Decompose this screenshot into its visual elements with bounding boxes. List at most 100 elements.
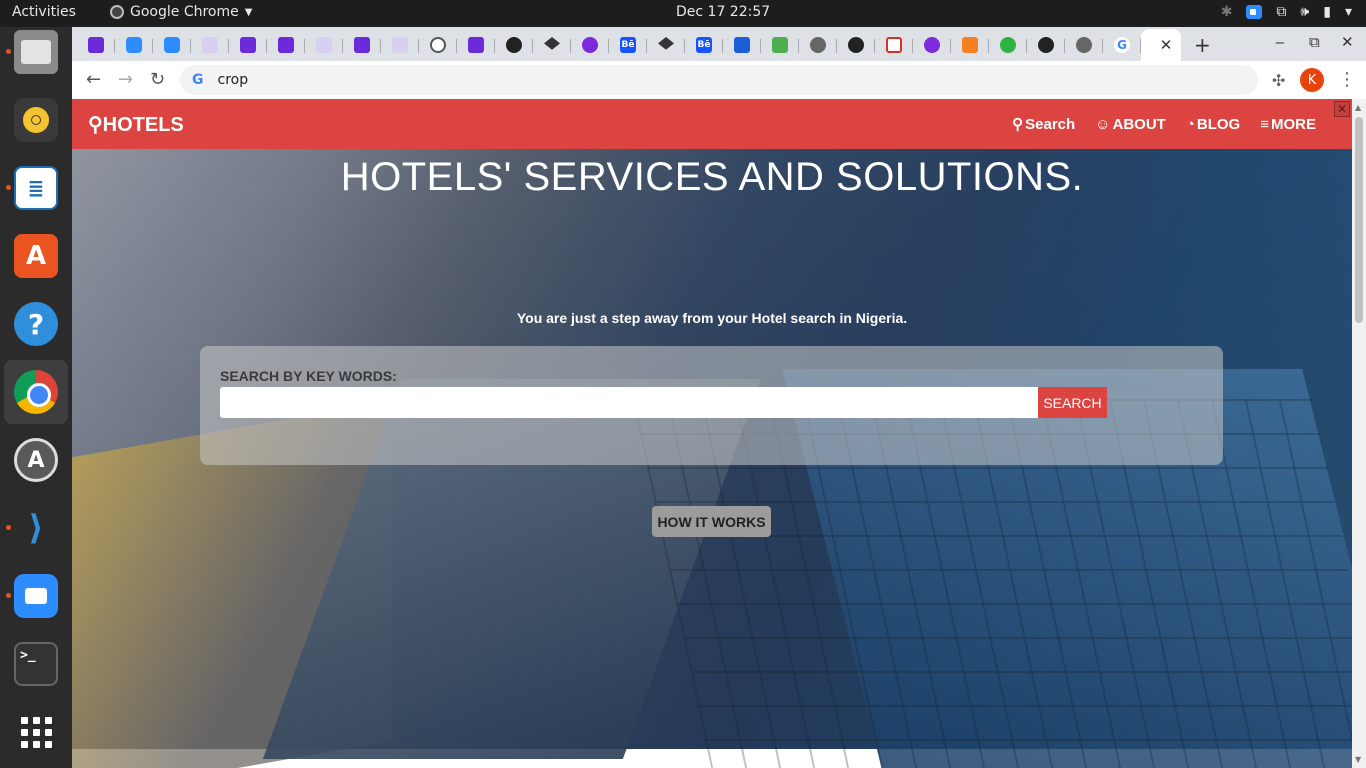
tab[interactable] xyxy=(457,31,495,59)
battery-icon[interactable]: ▮ xyxy=(1323,4,1331,20)
grid-icon xyxy=(20,716,52,748)
search-label: SEARCH BY KEY WORDS: xyxy=(220,368,397,384)
search-button[interactable]: SEARCH xyxy=(1038,387,1107,418)
tab[interactable]: G xyxy=(1103,31,1141,59)
tab[interactable] xyxy=(723,31,761,59)
bluetooth-icon[interactable]: ✱ xyxy=(1221,4,1233,20)
nav-blog-label: BLOG xyxy=(1196,115,1241,133)
tab[interactable] xyxy=(571,31,609,59)
address-bar[interactable]: G crop xyxy=(180,65,1258,95)
dock-help[interactable]: ? xyxy=(4,292,68,356)
google-icon: G xyxy=(192,72,204,88)
nav-more[interactable]: ≡ MORE xyxy=(1260,115,1316,133)
site-favicon-icon xyxy=(278,37,294,53)
zoom-tray-icon[interactable] xyxy=(1246,5,1263,19)
tab[interactable] xyxy=(533,31,571,59)
dock-files[interactable] xyxy=(4,20,68,84)
nav-about-label: ABOUT xyxy=(1112,115,1166,133)
folder-icon xyxy=(14,30,58,74)
dock-show-applications[interactable] xyxy=(4,700,68,764)
search-input[interactable] xyxy=(220,387,1038,418)
clock[interactable]: Dec 17 22:57 xyxy=(676,4,770,20)
music-player-icon xyxy=(14,98,58,142)
google-icon: G xyxy=(1114,37,1130,53)
tab[interactable] xyxy=(191,31,229,59)
menu-icon[interactable]: ⋮ xyxy=(1338,69,1356,90)
tab[interactable] xyxy=(267,31,305,59)
dock-rhythmbox[interactable] xyxy=(4,88,68,152)
nav-search[interactable]: ⚲ Search xyxy=(1012,115,1075,134)
tab[interactable] xyxy=(419,31,457,59)
badge-icon xyxy=(1000,37,1016,53)
tab-strip: Bē Bē G ✕ + ‒ ⧉ ✕ xyxy=(72,27,1366,61)
site-logo[interactable]: ⚲HOTELS xyxy=(88,112,184,137)
zoom-favicon-icon xyxy=(126,37,142,53)
tab[interactable] xyxy=(305,31,343,59)
minimize-icon[interactable]: ‒ xyxy=(1275,33,1285,51)
tab[interactable] xyxy=(1027,31,1065,59)
dock-vscode[interactable]: ⟩ xyxy=(4,496,68,560)
how-it-works-button[interactable]: HOW IT WORKS xyxy=(652,506,771,537)
extensions-icon[interactable]: ✣ xyxy=(1272,71,1285,90)
page-scrollbar[interactable]: ▲ ▼ xyxy=(1352,99,1366,768)
scroll-up-icon[interactable]: ▲ xyxy=(1355,103,1361,112)
nav-blog[interactable]: ◔ BLOG xyxy=(1186,115,1240,133)
tab[interactable] xyxy=(153,31,191,59)
tab[interactable] xyxy=(875,31,913,59)
profile-avatar[interactable]: K xyxy=(1300,68,1324,92)
user-icon: ☺ xyxy=(1095,115,1111,133)
scrollbar-thumb[interactable] xyxy=(1355,117,1363,323)
tab[interactable] xyxy=(799,31,837,59)
reload-icon[interactable]: ↻ xyxy=(150,69,165,90)
graduation-cap-icon xyxy=(544,37,560,50)
network-icon[interactable]: ⧉ xyxy=(1276,4,1286,20)
tab[interactable] xyxy=(495,31,533,59)
system-tray[interactable]: ✱ ⧉ 🕪 ▮ ▾ xyxy=(1221,4,1352,20)
active-tab[interactable]: ✕ xyxy=(1141,29,1181,61)
tab[interactable] xyxy=(913,31,951,59)
activities-button[interactable]: Activities xyxy=(12,4,76,20)
tab[interactable] xyxy=(761,31,799,59)
tab[interactable] xyxy=(115,31,153,59)
site-favicon-icon xyxy=(202,37,218,53)
tab[interactable]: Bē xyxy=(609,31,647,59)
dock-updater[interactable]: A xyxy=(4,428,68,492)
site-favicon-icon xyxy=(392,37,408,53)
dock-zoom[interactable] xyxy=(4,564,68,628)
site-favicon-icon xyxy=(316,37,332,53)
dock-writer[interactable]: ≣ xyxy=(4,156,68,220)
github-icon xyxy=(848,37,864,53)
update-icon: A xyxy=(14,438,58,482)
tab[interactable] xyxy=(77,31,115,59)
close-window-icon[interactable]: ✕ xyxy=(1341,33,1354,51)
tab[interactable] xyxy=(343,31,381,59)
close-tab-icon[interactable]: ✕ xyxy=(1160,36,1173,54)
dock-chrome[interactable] xyxy=(4,360,68,424)
tab[interactable] xyxy=(989,31,1027,59)
tab[interactable] xyxy=(837,31,875,59)
stackoverflow-icon xyxy=(962,37,978,53)
restore-icon[interactable]: ⧉ xyxy=(1309,33,1320,51)
tab[interactable] xyxy=(229,31,267,59)
app-menu[interactable]: Google Chrome ▼ xyxy=(110,4,252,20)
forward-icon[interactable]: → xyxy=(118,69,133,90)
gmail-icon xyxy=(886,37,902,53)
dock-software[interactable]: A xyxy=(4,224,68,288)
nav-about[interactable]: ☺ ABOUT xyxy=(1095,115,1166,133)
dock-terminal[interactable]: >_ xyxy=(4,632,68,696)
tab[interactable] xyxy=(647,31,685,59)
new-tab-button[interactable]: + xyxy=(1194,33,1211,57)
scroll-down-icon[interactable]: ▼ xyxy=(1355,755,1361,764)
close-icon[interactable]: ✕ xyxy=(1334,101,1350,117)
tab[interactable] xyxy=(951,31,989,59)
hamburger-icon: ≡ xyxy=(1260,115,1269,133)
power-menu-icon[interactable]: ▾ xyxy=(1345,4,1352,20)
globe-icon xyxy=(810,37,826,53)
tab[interactable] xyxy=(381,31,419,59)
volume-icon[interactable]: 🕪 xyxy=(1300,4,1309,20)
brand-name: HOTELS xyxy=(102,114,184,136)
back-icon[interactable]: ← xyxy=(86,69,101,90)
tab[interactable]: Bē xyxy=(685,31,723,59)
tab[interactable] xyxy=(1065,31,1103,59)
system-top-bar: Activities Google Chrome ▼ Dec 17 22:57 … xyxy=(0,0,1366,27)
